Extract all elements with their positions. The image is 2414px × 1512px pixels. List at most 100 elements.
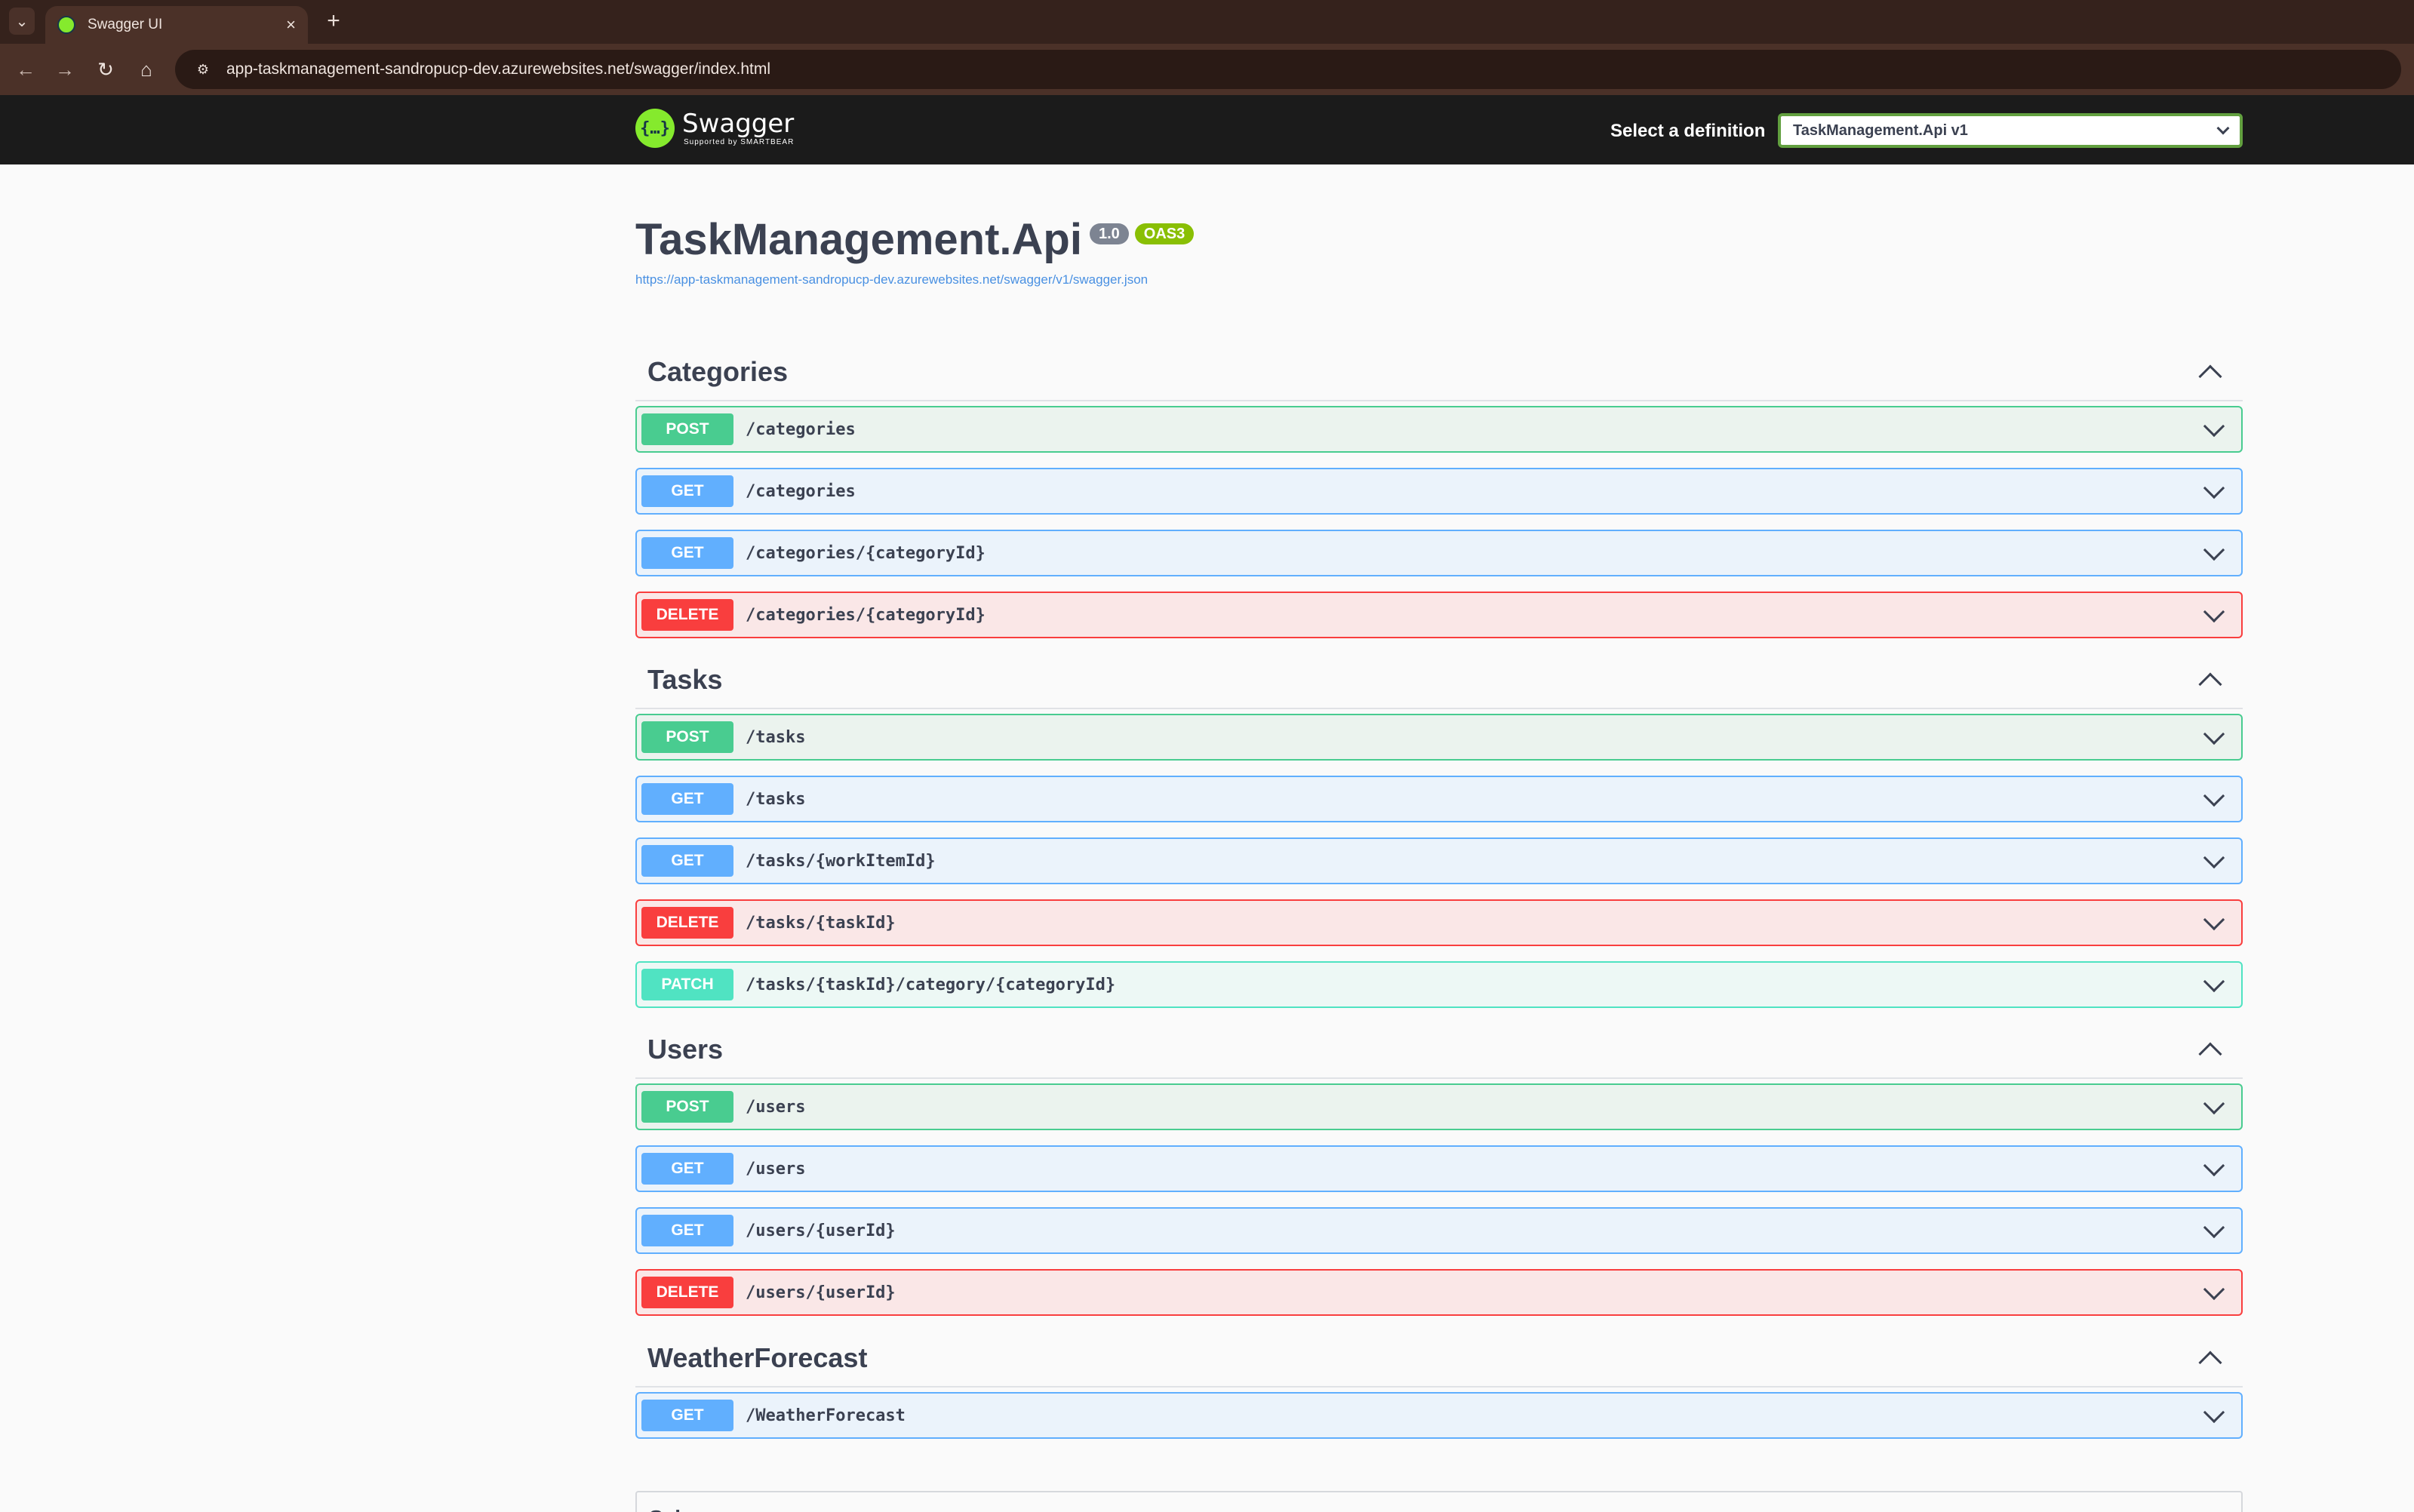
operation-post[interactable]: POST/users	[635, 1083, 2243, 1130]
chevron-up-icon[interactable]	[2198, 1351, 2222, 1375]
tag-section-weatherforecast: WeatherForecast GET/WeatherForecast	[635, 1330, 2243, 1439]
swagger-favicon-icon	[57, 16, 75, 34]
operation-path: /categories/{categoryId}	[746, 605, 986, 625]
chevron-down-icon[interactable]	[2203, 601, 2225, 623]
method-badge: DELETE	[641, 599, 733, 631]
definition-select[interactable]: TaskManagement.Api v1	[1778, 113, 2243, 148]
definition-value: TaskManagement.Api v1	[1793, 121, 1968, 139]
chevron-down-icon[interactable]	[2203, 477, 2225, 499]
chevron-down-icon[interactable]	[2203, 908, 2225, 931]
url-text: app-taskmanagement-sandropucp-dev.azurew…	[226, 60, 771, 78]
browser-tab[interactable]: Swagger UI ×	[45, 6, 308, 44]
method-badge: GET	[641, 783, 733, 815]
api-title: TaskManagement.Api	[635, 215, 1082, 264]
method-badge: PATCH	[641, 969, 733, 1000]
browser-tab-bar: ⌄ Swagger UI × +	[0, 0, 2414, 44]
swagger-logo-icon: {…}	[635, 109, 675, 148]
chevron-down-icon[interactable]	[2203, 1154, 2225, 1177]
tab-close-icon[interactable]: ×	[286, 15, 296, 35]
operation-post[interactable]: POST/categories	[635, 406, 2243, 453]
chevron-up-icon[interactable]	[2198, 364, 2222, 389]
operation-delete[interactable]: DELETE/users/{userId}	[635, 1269, 2243, 1316]
operation-path: /categories/{categoryId}	[746, 543, 986, 563]
tag-name: Categories	[647, 356, 789, 387]
operation-get[interactable]: GET/tasks	[635, 776, 2243, 822]
tag-section-categories: Categories POST/categories GET/categories G…	[635, 344, 2243, 638]
operation-path: /users	[746, 1159, 806, 1179]
new-tab-button[interactable]: +	[320, 8, 347, 35]
logo-subtitle: Supported by SMARTBEAR	[683, 137, 795, 146]
schemas-title: Schemas	[649, 1506, 742, 1512]
operation-path: /tasks/{workItemId}	[746, 851, 936, 871]
operation-path: /tasks/{taskId}/category/{categoryId}	[746, 975, 1116, 994]
method-badge: GET	[641, 537, 733, 569]
chevron-down-icon[interactable]	[2203, 1401, 2225, 1424]
operation-path: /users/{userId}	[746, 1221, 896, 1240]
forward-arrow-icon[interactable]: →	[48, 53, 81, 86]
operation-get[interactable]: GET/users/{userId}	[635, 1207, 2243, 1254]
back-arrow-icon[interactable]: ←	[9, 53, 42, 86]
oas-badge: OAS3	[1134, 223, 1195, 244]
tag-header[interactable]: Tasks	[635, 652, 2243, 709]
chevron-down-icon[interactable]	[2203, 723, 2225, 745]
method-badge: POST	[641, 413, 733, 445]
operation-get[interactable]: GET/categories	[635, 468, 2243, 515]
schemas-section[interactable]: Schemas	[635, 1491, 2243, 1512]
operation-path: /users	[746, 1097, 806, 1117]
chevron-up-icon[interactable]	[2198, 1042, 2222, 1066]
operation-post[interactable]: POST/tasks	[635, 714, 2243, 761]
method-badge: GET	[641, 845, 733, 877]
home-icon[interactable]: ⌂	[130, 53, 163, 86]
tag-section-tasks: Tasks POST/tasks GET/tasks GET/tasks/{workI…	[635, 652, 2243, 1008]
chevron-down-icon[interactable]	[2203, 539, 2225, 561]
reload-icon[interactable]: ↻	[89, 53, 122, 86]
tag-name: WeatherForecast	[647, 1342, 868, 1373]
logo-title: Swagger	[682, 108, 795, 139]
browser-toolbar: ← → ↻ ⌂ ⚙ app-taskmanagement-sandropucp-…	[0, 44, 2414, 95]
version-badge: 1.0	[1089, 223, 1129, 244]
operation-path: /categories	[746, 419, 856, 439]
tag-header[interactable]: Categories	[635, 344, 2243, 401]
operation-path: /tasks/{taskId}	[746, 913, 896, 933]
tag-name: Users	[647, 1034, 724, 1065]
method-badge: POST	[641, 721, 733, 753]
operation-path: /categories	[746, 481, 856, 501]
chevron-down-icon	[2216, 121, 2230, 135]
chevron-up-icon[interactable]	[2198, 672, 2222, 696]
swagger-logo[interactable]: {…} Swagger Supported by SMARTBEAR	[635, 109, 794, 148]
chevron-down-icon[interactable]	[2203, 785, 2225, 807]
chevron-down-icon[interactable]	[2203, 970, 2225, 993]
operation-get[interactable]: GET/users	[635, 1145, 2243, 1192]
tag-section-users: Users POST/users GET/users GET/users/{userI…	[635, 1022, 2243, 1316]
operation-get[interactable]: GET/WeatherForecast	[635, 1392, 2243, 1439]
chevron-down-icon[interactable]	[2203, 415, 2225, 438]
operation-delete[interactable]: DELETE/tasks/{taskId}	[635, 899, 2243, 946]
method-badge: GET	[641, 1215, 733, 1246]
operation-delete[interactable]: DELETE/categories/{categoryId}	[635, 592, 2243, 638]
spec-url-link[interactable]: https://app-taskmanagement-sandropucp-de…	[635, 272, 2243, 287]
tag-header[interactable]: Users	[635, 1022, 2243, 1079]
tag-name: Tasks	[647, 664, 723, 695]
operation-path: /tasks	[746, 789, 806, 809]
method-badge: DELETE	[641, 1277, 733, 1308]
tab-title: Swagger UI	[88, 17, 163, 32]
operation-path: /WeatherForecast	[746, 1406, 906, 1425]
method-badge: DELETE	[641, 907, 733, 939]
operation-path: /users/{userId}	[746, 1283, 896, 1302]
method-badge: GET	[641, 1400, 733, 1431]
address-bar[interactable]: ⚙ app-taskmanagement-sandropucp-dev.azur…	[175, 50, 2401, 89]
tab-search-chevron-icon[interactable]: ⌄	[9, 8, 35, 35]
method-badge: GET	[641, 475, 733, 507]
swagger-topbar: {…} Swagger Supported by SMARTBEAR Selec…	[0, 95, 2414, 164]
chevron-down-icon[interactable]	[2203, 1278, 2225, 1301]
chevron-down-icon[interactable]	[2203, 1216, 2225, 1239]
operation-get[interactable]: GET/categories/{categoryId}	[635, 530, 2243, 576]
site-info-icon[interactable]: ⚙	[190, 57, 216, 82]
method-badge: GET	[641, 1153, 733, 1185]
method-badge: POST	[641, 1091, 733, 1123]
chevron-down-icon[interactable]	[2203, 847, 2225, 869]
operation-get[interactable]: GET/tasks/{workItemId}	[635, 837, 2243, 884]
chevron-down-icon[interactable]	[2203, 1093, 2225, 1115]
operation-patch[interactable]: PATCH/tasks/{taskId}/category/{categoryI…	[635, 961, 2243, 1008]
tag-header[interactable]: WeatherForecast	[635, 1330, 2243, 1388]
